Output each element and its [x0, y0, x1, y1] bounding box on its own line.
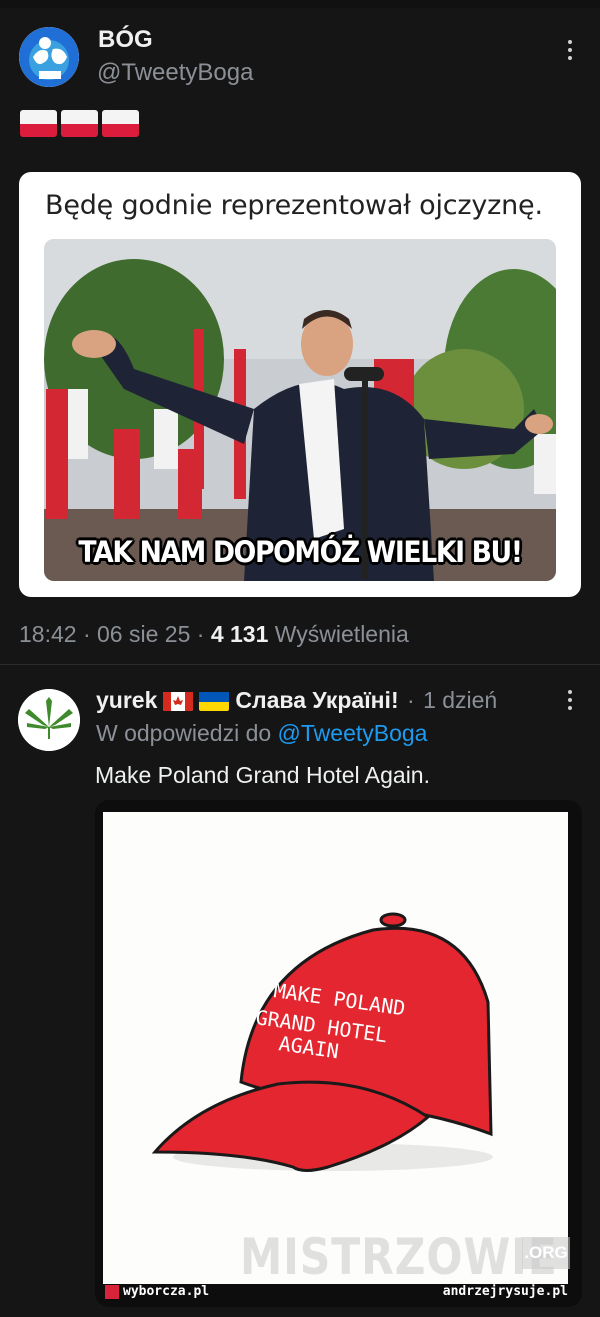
- replying-to: W odpowiedzi do @TweetyBoga: [96, 720, 427, 747]
- ukraine-flag-icon: [199, 691, 230, 711]
- tweet-meta: 18:42 · 06 sie 25 · 4 131 Wyświetlenia: [19, 621, 409, 647]
- tweet-time[interactable]: 18:42: [19, 621, 77, 647]
- site-watermark: MISTRZOWIE: [240, 1228, 558, 1286]
- views-label: Wyświetlenia: [274, 621, 409, 647]
- replying-to-prefix: W odpowiedzi do: [96, 720, 272, 746]
- author-name[interactable]: BÓG: [98, 26, 153, 54]
- meme-photo: TAK NAM DOPOMÓŻ WIELKI BU!: [44, 239, 556, 581]
- reply-text: Make Poland Grand Hotel Again.: [95, 762, 430, 788]
- reply-age[interactable]: 1 dzień: [423, 687, 497, 714]
- site-watermark-badge: .ORG: [522, 1237, 570, 1269]
- reply-avatar[interactable]: [18, 689, 80, 751]
- cannabis-leaf-icon: [18, 689, 80, 751]
- meme-text: Będę godnie reprezentował ojczyznę.: [45, 190, 543, 221]
- reply-author-name[interactable]: yurek: [96, 687, 157, 714]
- meme-caption: TAK NAM DOPOMÓŻ WIELKI BU!: [78, 535, 523, 569]
- tweet-flags: [20, 110, 139, 137]
- photo-illustration: [44, 239, 556, 581]
- top-divider: [0, 0, 600, 8]
- comic-footer-author: andrzejrysuje.pl: [442, 1284, 568, 1299]
- comic-footer-source: wyborcza.pl: [105, 1284, 209, 1299]
- avatar-image: [19, 27, 79, 87]
- poland-flag-icon: [20, 110, 57, 137]
- tweet-date[interactable]: 06 sie 25: [97, 621, 190, 647]
- more-options-icon[interactable]: [565, 40, 575, 64]
- source-logo-icon: [105, 1284, 119, 1299]
- red-cap-illustration: MAKE POLAND GRAND HOTEL AGAIN: [151, 912, 493, 1172]
- replying-to-mention[interactable]: @TweetyBoga: [278, 720, 428, 746]
- poland-flag-icon: [61, 110, 98, 137]
- poland-flag-icon: [102, 110, 139, 137]
- reply-author-tagline[interactable]: Слава Україні!: [235, 687, 398, 714]
- reply-more-options-icon[interactable]: [565, 690, 575, 714]
- divider: [0, 664, 600, 665]
- comic-footer-left-text: wyborcza.pl: [123, 1284, 210, 1299]
- author-handle[interactable]: @TweetyBoga: [97, 59, 253, 87]
- reply-header: yurek Слава Україні! · 1 dzień: [96, 687, 498, 714]
- comic-panel: MAKE POLAND GRAND HOTEL AGAIN: [103, 812, 568, 1284]
- author-avatar[interactable]: [19, 27, 79, 87]
- view-count: 4 131: [210, 621, 269, 647]
- tweet-media-card[interactable]: Będę godnie reprezentował ojczyznę. TAK …: [19, 172, 581, 597]
- canada-flag-icon: [163, 691, 194, 711]
